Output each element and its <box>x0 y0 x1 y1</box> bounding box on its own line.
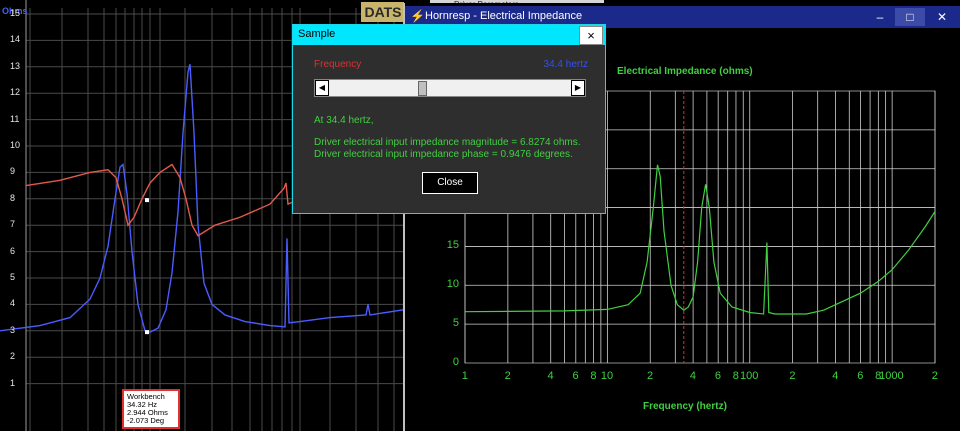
slider-left-arrow-icon[interactable]: ◀ <box>315 80 329 96</box>
y-tick-label: 5 <box>10 272 16 282</box>
y-tick-label: 9 <box>10 166 16 177</box>
frequency-value: 34.4 hertz <box>543 59 588 70</box>
impedance-phase-text: Driver electrical input impedance phase … <box>314 149 573 160</box>
slider-thumb[interactable] <box>417 81 427 96</box>
dats-logo: DATS <box>361 2 404 22</box>
at-frequency-text: At 34.4 hertz, <box>314 115 374 126</box>
x-tick-label: 8 <box>590 370 597 382</box>
x-tick-label: 4 <box>832 370 839 382</box>
y-tick-label: 10 <box>10 140 21 150</box>
x-tick-label: 1 <box>461 370 468 382</box>
y-tick-label: 0 <box>452 356 459 368</box>
x-tick-label: 6 <box>572 370 579 382</box>
slider-right-arrow-icon[interactable]: ▶ <box>571 80 585 96</box>
sample-dialog: Sample × Frequency 34.4 hertz ◀ ▶ At 34.… <box>292 24 606 214</box>
workbench-readout: Workbench 34.32 Hz 2.944 Ohms -2.073 Deg <box>122 389 180 429</box>
y-tick-label: 15 <box>10 8 21 18</box>
x-axis-title: Frequency (hertz) <box>643 401 727 412</box>
y-tick-label: 5 <box>452 317 459 330</box>
y-tick-label: 8 <box>10 192 16 203</box>
x-tick-label: 8 <box>732 370 739 382</box>
frequency-label: Frequency <box>314 59 362 70</box>
x-tick-label: 2 <box>789 370 796 382</box>
phase-marker <box>145 198 149 203</box>
sample-titlebar[interactable]: Sample × <box>293 25 605 45</box>
x-tick-label: 6 <box>714 370 722 382</box>
y-tick-label: 13 <box>10 60 21 71</box>
x-tick-label: 2 <box>646 370 654 382</box>
x-tick-label: 4 <box>689 370 696 382</box>
impedance-marker <box>145 330 149 335</box>
y-tick-label: 7 <box>10 219 16 230</box>
y-tick-label: 3 <box>10 324 16 335</box>
y-tick-label: 4 <box>10 298 16 309</box>
y-tick-label: 11 <box>10 113 20 124</box>
x-tick-label: 10 <box>600 370 614 382</box>
y-tick-label: 1 <box>10 377 16 388</box>
x-tick-label: 4 <box>547 370 554 382</box>
y-tick-label: 14 <box>10 34 21 45</box>
x-tick-label: 1000 <box>879 370 904 382</box>
x-tick-label: 2 <box>931 370 938 382</box>
workbench-deg: -2.073 Deg <box>127 416 165 425</box>
x-tick-label: 100 <box>740 370 759 382</box>
y-tick-label: 6 <box>10 245 16 256</box>
frequency-slider[interactable]: ◀ ▶ <box>314 79 586 97</box>
close-icon[interactable]: × <box>579 26 603 45</box>
x-tick-label: 2 <box>504 370 511 382</box>
y-tick-label: 2 <box>10 351 16 362</box>
sample-title: Sample <box>298 28 336 40</box>
y-tick-label: 15 <box>446 239 459 252</box>
close-button[interactable]: Close <box>422 172 478 194</box>
x-tick-label: 6 <box>857 370 864 382</box>
impedance-magnitude-text: Driver electrical input impedance magnit… <box>314 137 581 148</box>
y-tick-label: 10 <box>446 278 459 291</box>
y-tick-label: 12 <box>10 87 21 98</box>
